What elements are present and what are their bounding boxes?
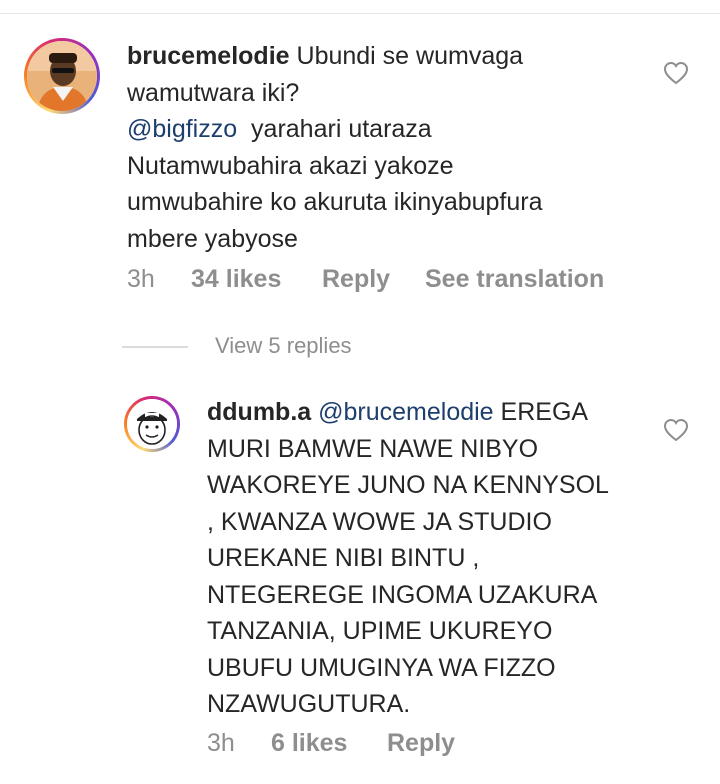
top-divider: [0, 13, 720, 14]
comment-username[interactable]: ddumb.a: [207, 398, 311, 426]
likes-count[interactable]: 6 likes: [271, 729, 347, 758]
comment-text-line: , KWANZA WOWE JA STUDIO: [207, 507, 552, 536]
profile-photo-icon: [27, 41, 97, 111]
heart-icon[interactable]: [663, 61, 689, 85]
avatar[interactable]: [124, 396, 180, 452]
comment-text-line: NTEGEREGE INGOMA UZAKURA: [207, 580, 598, 609]
mention-link[interactable]: @brucemelodie: [318, 398, 493, 426]
comment-time: 3h: [127, 265, 155, 293]
comment-time: 3h: [207, 729, 235, 757]
comment-text-line: UBUFU UMUGINYA WA FIZZO: [207, 653, 556, 682]
mention-link[interactable]: @bigfizzo: [127, 115, 237, 143]
cartoon-face-avatar-icon: [127, 399, 177, 449]
comment-text-line: yarahari utaraza: [237, 115, 432, 143]
comment-text-line: Ubundi se wumvaga: [296, 42, 524, 70]
reply-button[interactable]: Reply: [387, 729, 455, 758]
comment-text-line: NZAWUGUTURA.: [207, 690, 411, 718]
avatar[interactable]: [24, 38, 100, 114]
comment-body: ddumb.a @brucemelodie EREGA MURI BAMWE N…: [207, 394, 647, 723]
comment-text-line: mbere yabyose: [127, 224, 298, 253]
comment-text-line: MURI BAMWE NAWE NIBYO: [207, 434, 539, 463]
see-translation-button[interactable]: See translation: [425, 265, 604, 294]
view-replies-button[interactable]: View 5 replies: [215, 333, 352, 359]
comment-text-line: wamutwara iki?: [127, 78, 300, 107]
comment-text-line: WAKOREYE JUNO NA KENNYSOL: [207, 471, 609, 499]
comment-body: brucemelodie Ubundi se wumvaga wamutwara…: [127, 38, 647, 257]
heart-icon[interactable]: [663, 418, 689, 442]
comment-text-line: TANZANIA, UPIME UKUREYO: [207, 617, 553, 645]
comment-text-line: umwubahire ko akuruta ikinyabupfura: [127, 188, 543, 216]
replies-divider: [122, 346, 188, 348]
comment-text-line: Nutamwubahira akazi yakoze: [127, 151, 454, 180]
reply-button[interactable]: Reply: [322, 265, 390, 294]
comment-text-line: EREGA: [493, 398, 589, 426]
likes-count[interactable]: 34 likes: [191, 265, 281, 294]
comment-text-line: UREKANE NIBI BINTU ,: [207, 544, 480, 572]
comment-username[interactable]: brucemelodie: [127, 42, 290, 70]
